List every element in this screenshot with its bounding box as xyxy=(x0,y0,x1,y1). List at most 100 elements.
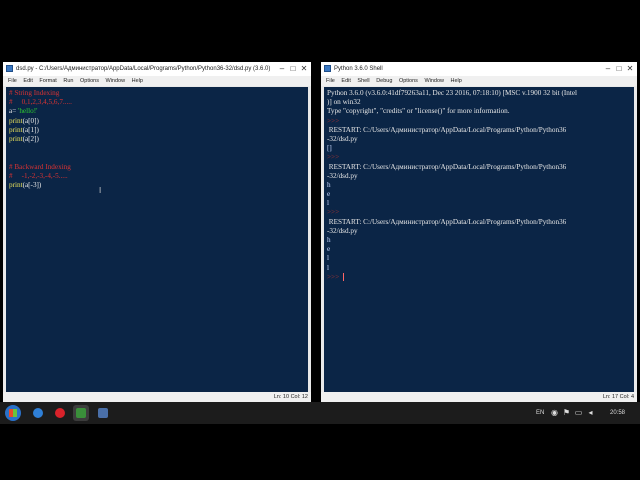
volume-icon[interactable]: ◂ xyxy=(586,408,595,417)
code-token: h xyxy=(327,236,331,244)
menu-window[interactable]: Window xyxy=(106,76,126,86)
editor-text-area[interactable]: # String Indexing # 0,1,2,3,4,5,6,7..... a… xyxy=(6,87,308,392)
editor-titlebar[interactable]: dsd.py - C:/Users/Администратор/AppData/… xyxy=(3,62,311,76)
code-line[interactable]: >>> xyxy=(327,117,631,126)
code-line[interactable]: RESTART: C:/Users/Администратор/AppData/… xyxy=(327,126,631,135)
editor-window[interactable]: dsd.py - C:/Users/Администратор/AppData/… xyxy=(3,62,311,402)
menu-options[interactable]: Options xyxy=(399,76,418,86)
code-line[interactable]: Type "copyright", "credits" or "license(… xyxy=(327,107,631,116)
code-line[interactable]: )] on win32 xyxy=(327,98,631,107)
cursor-position: Ln: 17 Col: 4 xyxy=(602,394,634,400)
code-token: # 0,1,2,3,4,5,6,7..... xyxy=(9,98,72,107)
code-line[interactable]: # -1,-2,-3,-4,-5..... xyxy=(9,172,305,181)
code-line[interactable]: >>> xyxy=(327,273,631,282)
idle-file-icon xyxy=(6,65,13,72)
code-token: -32/dsd.py xyxy=(327,226,360,235)
code-line[interactable]: e xyxy=(327,190,631,199)
code-line[interactable]: e xyxy=(327,245,631,254)
code-token: -32/dsd.py xyxy=(327,171,360,180)
code-line[interactable]: print(a[-3]) xyxy=(9,181,305,190)
code-token: >>> xyxy=(327,272,341,281)
code-token: print xyxy=(9,116,23,125)
flag-icon[interactable]: ⚑ xyxy=(562,408,571,417)
close-button[interactable]: ✕ xyxy=(625,62,635,76)
code-token: print xyxy=(9,125,23,134)
code-token: e xyxy=(327,245,331,254)
code-token: [] xyxy=(327,144,332,153)
code-token: (a[0]) xyxy=(22,116,39,125)
code-token: h xyxy=(327,180,331,189)
menu-file[interactable]: File xyxy=(8,76,17,86)
code-token: -32/dsd.py xyxy=(327,134,360,143)
code-token: l xyxy=(327,263,329,272)
shell-menubar: File Edit Shell Debug Options Window Hel… xyxy=(321,76,637,86)
code-line[interactable]: print(a[2]) xyxy=(9,135,305,144)
ie-icon[interactable] xyxy=(30,405,46,421)
code-line[interactable]: h xyxy=(327,181,631,190)
code-line[interactable] xyxy=(9,144,305,153)
code-token: print xyxy=(9,180,23,189)
text-caret xyxy=(342,273,344,282)
menu-format[interactable]: Format xyxy=(39,76,56,86)
code-token: Python 3.6.0 (v3.6.0:41df79263a11, Dec 2… xyxy=(327,89,578,97)
menu-help[interactable]: Help xyxy=(132,76,143,86)
minimize-button[interactable]: – xyxy=(603,62,613,76)
menu-options[interactable]: Options xyxy=(80,76,99,86)
menu-edit[interactable]: Edit xyxy=(341,76,350,86)
python-idle-icon[interactable] xyxy=(73,405,89,421)
language-indicator[interactable]: EN xyxy=(536,402,544,424)
start-button[interactable] xyxy=(5,405,21,421)
menu-window[interactable]: Window xyxy=(424,76,444,86)
code-line[interactable]: # String Indexing xyxy=(9,89,305,98)
minimize-button[interactable]: – xyxy=(277,62,287,76)
code-line[interactable]: l xyxy=(327,264,631,273)
code-token: RESTART: C:/Users/Администратор/AppData/… xyxy=(327,125,567,134)
code-line[interactable]: l xyxy=(327,199,631,208)
menu-file[interactable]: File xyxy=(326,76,335,86)
code-line[interactable]: print(a[0]) xyxy=(9,117,305,126)
code-line[interactable]: h xyxy=(327,236,631,245)
code-line[interactable]: RESTART: C:/Users/Администратор/AppData/… xyxy=(327,218,631,227)
code-token: >>> xyxy=(327,116,341,125)
text-cursor-icon: I xyxy=(99,186,102,195)
code-token: e xyxy=(327,190,331,199)
code-line[interactable]: # 0,1,2,3,4,5,6,7..... xyxy=(9,98,305,107)
code-line[interactable]: >>> xyxy=(327,208,631,217)
code-token: # Backward Indexing xyxy=(9,162,71,171)
close-button[interactable]: ✕ xyxy=(299,62,309,76)
opera-icon[interactable] xyxy=(52,405,68,421)
battery-icon[interactable]: ▭ xyxy=(574,408,583,417)
code-line[interactable]: # Backward Indexing xyxy=(9,163,305,172)
code-token: # -1,-2,-3,-4,-5..... xyxy=(9,171,68,180)
bottom-letterbox xyxy=(0,424,640,480)
code-line[interactable]: >>> xyxy=(327,153,631,162)
menu-debug[interactable]: Debug xyxy=(376,76,392,86)
code-token: (a[1]) xyxy=(22,125,39,134)
network-icon[interactable]: ◉ xyxy=(550,408,559,417)
menu-shell[interactable]: Shell xyxy=(357,76,369,86)
code-line[interactable]: l xyxy=(327,254,631,263)
code-line[interactable]: RESTART: C:/Users/Администратор/AppData/… xyxy=(327,163,631,172)
monitor-app-icon[interactable] xyxy=(95,405,111,421)
shell-titlebar[interactable]: Python 3.6.0 Shell – □ ✕ xyxy=(321,62,637,76)
menu-run[interactable]: Run xyxy=(63,76,73,86)
code-token: RESTART: C:/Users/Администратор/AppData/… xyxy=(327,162,567,171)
code-line[interactable]: a= 'hello!' xyxy=(9,107,305,116)
code-line[interactable]: print(a[1]) xyxy=(9,126,305,135)
shell-text-area[interactable]: Python 3.6.0 (v3.6.0:41df79263a11, Dec 2… xyxy=(324,87,634,392)
code-line[interactable]: -32/dsd.py xyxy=(327,227,631,236)
code-line[interactable] xyxy=(9,153,305,162)
code-line[interactable]: -32/dsd.py xyxy=(327,135,631,144)
code-token: a= xyxy=(9,107,19,116)
code-line[interactable]: Python 3.6.0 (v3.6.0:41df79263a11, Dec 2… xyxy=(327,89,631,98)
maximize-button[interactable]: □ xyxy=(614,62,624,76)
code-line[interactable]: -32/dsd.py xyxy=(327,172,631,181)
clock[interactable]: 20:58 xyxy=(610,402,625,424)
menu-edit[interactable]: Edit xyxy=(23,76,32,86)
maximize-button[interactable]: □ xyxy=(288,62,298,76)
code-token: l xyxy=(327,254,329,263)
code-line[interactable]: [] xyxy=(327,144,631,153)
shell-window[interactable]: Python 3.6.0 Shell – □ ✕ File Edit Shell… xyxy=(321,62,637,402)
menu-help[interactable]: Help xyxy=(451,76,462,86)
code-token: RESTART: C:/Users/Администратор/AppData/… xyxy=(327,217,567,226)
